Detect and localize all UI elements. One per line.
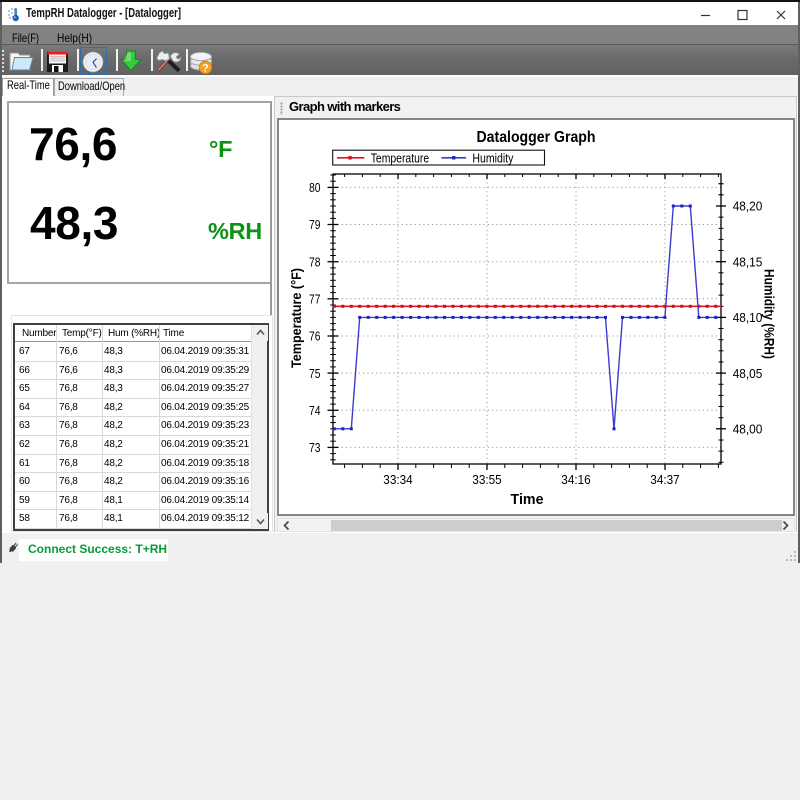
svg-text:34:16: 34:16 [561, 472, 590, 487]
svg-text:Humidity (%RH): Humidity (%RH) [762, 269, 778, 359]
svg-text:48,20: 48,20 [733, 199, 763, 214]
svg-text:33:55: 33:55 [472, 472, 501, 487]
svg-text:76: 76 [309, 329, 321, 344]
svg-text:74: 74 [309, 403, 321, 418]
svg-text:48,00: 48,00 [733, 422, 763, 437]
svg-text:79: 79 [309, 217, 321, 232]
svg-text:78: 78 [309, 254, 321, 269]
svg-text:73: 73 [309, 440, 321, 455]
svg-text:Datalogger Graph: Datalogger Graph [477, 129, 596, 146]
svg-text:Humidity: Humidity [472, 152, 514, 166]
svg-text:Temperature: Temperature [371, 152, 430, 166]
svg-text:?: ? [202, 63, 209, 75]
svg-text:Time: Time [511, 492, 544, 508]
svg-text:33:34: 33:34 [383, 472, 412, 487]
svg-text:48,10: 48,10 [733, 310, 763, 325]
svg-text:80: 80 [309, 180, 321, 195]
svg-text:Temperature (°F): Temperature (°F) [288, 268, 304, 368]
svg-text:48,05: 48,05 [733, 366, 763, 381]
svg-text:34:37: 34:37 [650, 472, 679, 487]
svg-text:48,15: 48,15 [733, 254, 763, 269]
svg-text:77: 77 [309, 292, 321, 307]
svg-text:75: 75 [309, 366, 321, 381]
